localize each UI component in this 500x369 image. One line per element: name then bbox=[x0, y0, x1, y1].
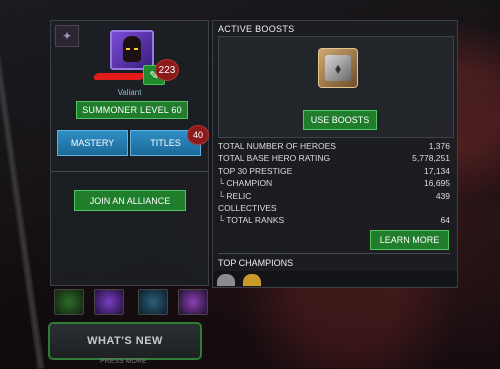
stat-row: TOTAL BASE HERO RATING 5,778,251 bbox=[218, 153, 450, 165]
stat-label: TOP 30 PRESTIGE bbox=[218, 166, 293, 176]
join-alliance-button[interactable]: JOIN AN ALLIANCE bbox=[74, 190, 186, 211]
stat-row: └ RELIC 439 bbox=[218, 191, 450, 203]
summoner-level-button[interactable]: SUMMONER LEVEL 60 bbox=[76, 101, 188, 119]
stat-label: └ CHAMPION bbox=[218, 178, 273, 188]
champion-thumbnail[interactable] bbox=[243, 274, 261, 286]
stat-row: TOTAL NUMBER OF HEROES 1,376 bbox=[218, 141, 450, 153]
stat-row: └ TOTAL RANKS 64 bbox=[218, 215, 450, 227]
stat-row: └ CHAMPION 16,695 bbox=[218, 178, 450, 190]
stat-label: └ RELIC bbox=[218, 191, 252, 201]
item-thumbnail[interactable] bbox=[94, 289, 124, 315]
titles-count-badge: 40 bbox=[187, 125, 209, 145]
stat-value: 17,134 bbox=[424, 166, 450, 176]
item-thumbnail[interactable] bbox=[138, 289, 168, 315]
notification-badge: 223 bbox=[155, 59, 179, 81]
boost-slot-icon[interactable]: ⬧ bbox=[318, 48, 358, 88]
stat-value: 64 bbox=[440, 215, 450, 225]
item-thumbnail[interactable] bbox=[54, 289, 84, 315]
champion-thumbnail[interactable] bbox=[217, 274, 235, 286]
stat-label: TOTAL BASE HERO RATING bbox=[218, 153, 331, 163]
boosts-container: ⬧ USE BOOSTS bbox=[218, 36, 454, 138]
use-boosts-button[interactable]: USE BOOSTS bbox=[303, 110, 377, 130]
divider bbox=[51, 171, 208, 172]
stat-value: 1,376 bbox=[428, 141, 450, 151]
boost-badge-icon: ⬧ bbox=[325, 55, 351, 81]
stat-value: 5,778,251 bbox=[412, 153, 450, 163]
stat-row: COLLECTIVES bbox=[218, 203, 450, 215]
top-champions-heading: TOP CHAMPIONS bbox=[218, 258, 294, 268]
portrait-eye bbox=[134, 48, 138, 50]
profile-portrait[interactable] bbox=[110, 30, 154, 70]
portrait-face bbox=[123, 36, 141, 62]
stat-label: COLLECTIVES bbox=[218, 203, 277, 213]
top-champions-strip[interactable] bbox=[213, 271, 457, 286]
item-thumbnail[interactable] bbox=[178, 289, 208, 315]
learn-more-button[interactable]: LEARN MORE bbox=[370, 230, 449, 250]
press-more-hint: PRESS MORE bbox=[100, 358, 147, 365]
mastery-button[interactable]: MASTERY bbox=[57, 130, 128, 156]
profile-panel: ✦ ✎ 223 Valiant SUMMONER LEVEL 60 MASTER… bbox=[50, 20, 209, 286]
stat-value: 16,695 bbox=[424, 178, 450, 188]
whats-new-button[interactable]: WHAT'S NEW bbox=[48, 322, 202, 360]
portrait-eye bbox=[126, 48, 130, 50]
divider bbox=[218, 253, 450, 254]
stat-row: TOP 30 PRESTIGE 17,134 bbox=[218, 166, 450, 178]
stat-label: TOTAL NUMBER OF HEROES bbox=[218, 141, 336, 151]
summoner-name-redacted bbox=[92, 73, 146, 80]
summoner-title: Valiant bbox=[117, 88, 142, 97]
stats-panel: ACTIVE BOOSTS ⬧ USE BOOSTS TOTAL NUMBER … bbox=[212, 20, 458, 288]
alliance-emblem-icon[interactable]: ✦ bbox=[55, 25, 79, 47]
active-boosts-title: ACTIVE BOOSTS bbox=[218, 24, 295, 34]
stat-label: └ TOTAL RANKS bbox=[218, 215, 285, 225]
stat-value: 439 bbox=[435, 191, 450, 201]
